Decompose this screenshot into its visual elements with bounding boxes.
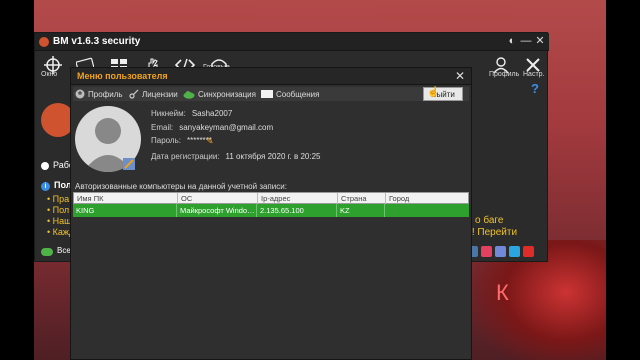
tab-messages[interactable]: Сообщения xyxy=(261,87,319,101)
user-menu-dialog: Меню пользователя ✕ Профиль Лицензии Син… xyxy=(70,67,472,360)
discord-icon[interactable] xyxy=(495,246,506,257)
report-bug-link[interactable]: о баге xyxy=(475,215,503,226)
password-row: Пароль: ******** xyxy=(151,136,212,145)
email-label: Email: xyxy=(151,123,174,132)
authorized-computers-title: Авторизованные компьютеры на данной учет… xyxy=(75,182,287,191)
tab-sync[interactable]: Синхронизация xyxy=(183,87,256,101)
close-window-button[interactable]: ✕ xyxy=(533,34,547,48)
youtube-icon[interactable] xyxy=(523,246,534,257)
nickname-row: Никнейм: Sasha2007 xyxy=(151,109,232,118)
tab-sync-label: Синхронизация xyxy=(198,89,256,99)
telegram-icon[interactable] xyxy=(509,246,520,257)
table-row[interactable]: KING Майкрософт Windo… 2.135.65.100 KZ xyxy=(73,204,469,217)
table-header: Имя ПК ОС Ip-адрес Страна Город xyxy=(73,192,469,205)
dialog-tabs: Профиль Лицензии Синхронизация Сообщения… xyxy=(73,87,469,101)
dialog-header: Меню пользователя ✕ xyxy=(71,68,471,85)
left-bullet-2: • Пол xyxy=(47,205,70,215)
help-icon[interactable]: ? xyxy=(531,81,539,96)
email-row: Email: sanyakeyman@gmail.com xyxy=(151,123,273,132)
cloud-sync-icon xyxy=(41,248,53,256)
left-bottom-text: Все xyxy=(57,246,71,255)
tab-profile[interactable]: Профиль xyxy=(75,87,123,101)
info-icon: i xyxy=(41,182,50,191)
registered-value: 11 октября 2020 г. в 20:25 xyxy=(225,152,321,161)
instagram-icon[interactable] xyxy=(481,246,492,257)
envelope-icon xyxy=(261,90,273,98)
edit-password-icon[interactable]: ✎ xyxy=(206,136,214,147)
authorized-computers-table: Имя ПК ОС Ip-адрес Страна Город KING Май… xyxy=(73,192,469,217)
left-bullet-1: • Пра xyxy=(47,194,70,204)
registered-label: Дата регистрации: xyxy=(151,152,220,161)
email-value: sanyakeyman@gmail.com xyxy=(179,123,274,132)
edit-avatar-icon[interactable] xyxy=(123,158,135,170)
password-label: Пароль: xyxy=(151,136,181,145)
hand-cursor-icon: ☝ xyxy=(427,87,440,98)
app-logo-icon xyxy=(39,37,49,47)
tab-messages-label: Сообщения xyxy=(276,89,320,99)
dialog-title: Меню пользователя xyxy=(77,71,168,81)
cell-country: KZ xyxy=(337,204,385,217)
cell-os: Майкрософт Windo… xyxy=(177,204,257,217)
minimize-button[interactable]: — xyxy=(519,34,533,48)
left-section-title: Пол xyxy=(54,180,72,190)
letterbox-left xyxy=(0,0,34,360)
app-title: BM v1.6.3 security xyxy=(35,33,549,51)
cell-pc-name: KING xyxy=(73,204,177,217)
toolbar-profile-label: Профиль xyxy=(489,71,520,78)
letterbox-right xyxy=(606,0,640,360)
theme-toggle-icon[interactable]: ◐ xyxy=(505,34,519,48)
tab-licenses[interactable]: Лицензии xyxy=(129,87,178,101)
registered-row: Дата регистрации: 11 октября 2020 г. в 20… xyxy=(151,152,321,161)
go-link[interactable]: м! Перейти xyxy=(465,227,517,238)
cell-ip: 2.135.65.100 xyxy=(257,204,337,217)
toolbar-okno-label: Окно xyxy=(41,71,58,78)
dialog-close-button[interactable]: ✕ xyxy=(455,69,465,83)
nickname-value: Sasha2007 xyxy=(191,109,233,118)
tab-licenses-label: Лицензии xyxy=(142,89,178,99)
screen: К BM v1.6.3 security ◐ — ✕ Окно Профиль … xyxy=(0,0,640,360)
work-radio-button[interactable] xyxy=(41,162,49,170)
cloud-icon xyxy=(183,90,195,99)
background-letter: К xyxy=(496,280,517,305)
left-bullet-3: • Наш xyxy=(47,216,72,226)
key-icon xyxy=(129,89,139,99)
nickname-label: Никнейм: xyxy=(151,109,186,118)
toolbar-settings-label: Настр. xyxy=(523,71,545,78)
profile-tab-icon xyxy=(75,89,85,99)
tab-profile-label: Профиль xyxy=(88,89,123,99)
social-icons xyxy=(467,246,534,258)
